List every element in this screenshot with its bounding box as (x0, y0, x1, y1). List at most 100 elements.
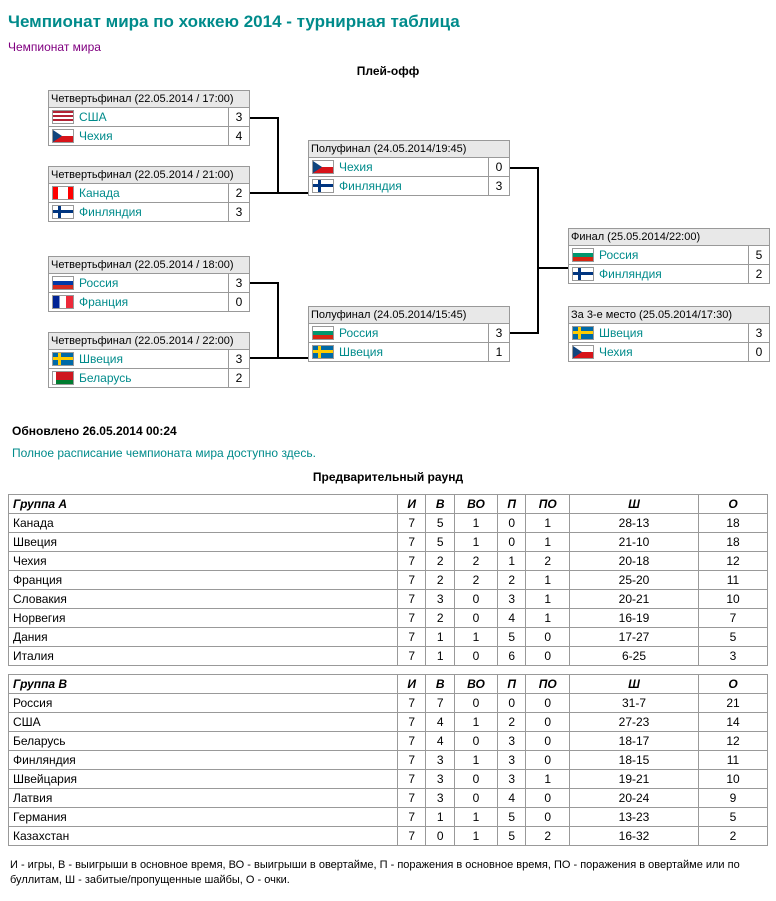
cell-l: 2 (498, 713, 526, 732)
cell-g: 7 (398, 770, 426, 789)
score: 4 (228, 127, 249, 145)
cell-l: 5 (498, 808, 526, 827)
cell-gd: 16-32 (570, 827, 699, 846)
team-link[interactable]: Чехия (77, 127, 228, 145)
cell-wo: 1 (454, 533, 497, 552)
cell-wo: 1 (454, 514, 497, 533)
team-link[interactable]: Финляндия (337, 177, 488, 195)
cell-g: 7 (398, 789, 426, 808)
col-g: И (398, 675, 426, 694)
cell-w: 2 (426, 571, 455, 590)
cell-wo: 0 (454, 770, 497, 789)
team-link[interactable]: Россия (77, 274, 228, 292)
col-wo: ВО (454, 495, 497, 514)
cell-lo: 1 (526, 533, 570, 552)
cell-w: 3 (426, 751, 455, 770)
cell-g: 7 (398, 751, 426, 770)
flag-icon (312, 160, 334, 174)
group-name: Группа B (9, 675, 398, 694)
cell-g: 7 (398, 713, 426, 732)
cell-pts: 5 (699, 628, 768, 647)
cell-gd: 20-18 (570, 552, 699, 571)
score: 3 (228, 274, 249, 292)
team-link[interactable]: Россия (337, 324, 488, 342)
legend: И - игры, В - выигрыши в основное время,… (8, 854, 768, 893)
cell-lo: 0 (526, 713, 570, 732)
cell-wo: 1 (454, 827, 497, 846)
team-name: Россия (9, 694, 398, 713)
team-name: Швейцария (9, 770, 398, 789)
cell-w: 5 (426, 514, 455, 533)
col-l: П (498, 675, 526, 694)
third-place: За 3-е место (25.05.2014/17:30) Швеция3 … (568, 306, 770, 362)
team-link[interactable]: Чехия (597, 343, 748, 361)
score: 0 (228, 293, 249, 311)
team-name: Швеция (9, 533, 398, 552)
cell-wo: 0 (454, 694, 497, 713)
cell-gd: 16-19 (570, 609, 699, 628)
cell-g: 7 (398, 628, 426, 647)
table-row: Норвегия7204116-197 (9, 609, 768, 628)
team-link[interactable]: Канада (77, 184, 228, 202)
team-link[interactable]: Финляндия (597, 265, 748, 283)
cell-pts: 12 (699, 732, 768, 751)
flag-icon (52, 295, 74, 309)
table-row: Германия7115013-235 (9, 808, 768, 827)
col-lo: ПО (526, 675, 570, 694)
cell-pts: 5 (699, 808, 768, 827)
cell-pts: 3 (699, 647, 768, 666)
table-row: Чехия7221220-1812 (9, 552, 768, 571)
cell-gd: 25-20 (570, 571, 699, 590)
cell-l: 4 (498, 789, 526, 808)
team-link[interactable]: Франция (77, 293, 228, 311)
cell-pts: 18 (699, 514, 768, 533)
cell-gd: 31-7 (570, 694, 699, 713)
cell-lo: 0 (526, 628, 570, 647)
playoff-heading: Плей-офф (8, 64, 768, 78)
flag-icon (52, 371, 74, 385)
score: 1 (488, 343, 509, 361)
team-link[interactable]: Россия (597, 246, 748, 264)
col-gd: Ш (570, 675, 699, 694)
score: 3 (488, 324, 509, 342)
team-name: Дания (9, 628, 398, 647)
cell-pts: 9 (699, 789, 768, 808)
schedule-link[interactable]: Полное расписание чемпионата мира доступ… (12, 446, 768, 460)
flag-icon (312, 326, 334, 340)
page-title: Чемпионат мира по хоккею 2014 - турнирна… (8, 12, 768, 32)
score: 3 (228, 350, 249, 368)
team-link[interactable]: Швеция (337, 343, 488, 361)
table-row: Дания7115017-275 (9, 628, 768, 647)
col-pts: О (699, 675, 768, 694)
cell-lo: 0 (526, 647, 570, 666)
cell-w: 3 (426, 590, 455, 609)
cell-wo: 2 (454, 552, 497, 571)
team-link[interactable]: Швеция (597, 324, 748, 342)
cell-g: 7 (398, 571, 426, 590)
cell-lo: 0 (526, 694, 570, 713)
cell-g: 7 (398, 609, 426, 628)
cell-l: 3 (498, 770, 526, 789)
table-row: Казахстан7015216-322 (9, 827, 768, 846)
cell-w: 3 (426, 789, 455, 808)
cell-g: 7 (398, 590, 426, 609)
team-name: Чехия (9, 552, 398, 571)
team-link[interactable]: Беларусь (77, 369, 228, 387)
cell-w: 1 (426, 647, 455, 666)
cell-wo: 1 (454, 628, 497, 647)
cell-gd: 27-23 (570, 713, 699, 732)
team-link[interactable]: США (77, 108, 228, 126)
flag-icon (52, 129, 74, 143)
team-link[interactable]: Чехия (337, 158, 488, 176)
bracket: Четвертьфинал (22.05.2014 / 17:00) США3 … (8, 88, 768, 418)
cell-g: 7 (398, 514, 426, 533)
team-link[interactable]: Швеция (77, 350, 228, 368)
cell-lo: 2 (526, 827, 570, 846)
cell-wo: 0 (454, 609, 497, 628)
score: 2 (228, 369, 249, 387)
cell-pts: 12 (699, 552, 768, 571)
semifinal-2: Полуфинал (24.05.2014/15:45) Россия3 Шве… (308, 306, 510, 362)
team-name: Беларусь (9, 732, 398, 751)
cell-w: 2 (426, 609, 455, 628)
team-link[interactable]: Финляндия (77, 203, 228, 221)
